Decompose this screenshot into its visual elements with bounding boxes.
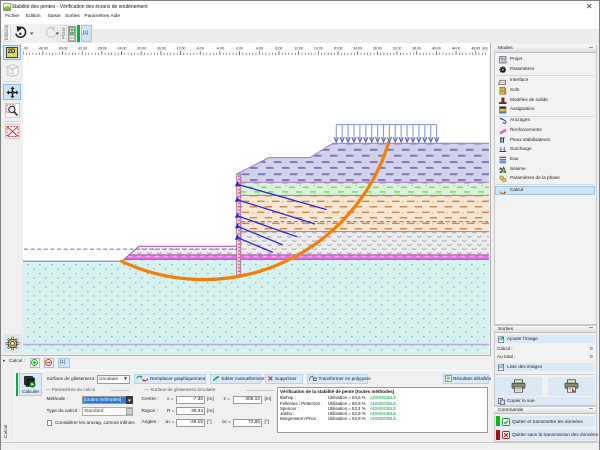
svg-text:48,00: 48,00 bbox=[471, 47, 480, 51]
svg-text:44,00: 44,00 bbox=[452, 47, 461, 51]
svg-text:-40,00: -40,00 bbox=[38, 47, 48, 51]
svg-text:[m]: [m] bbox=[483, 47, 488, 51]
svg-text:12,00: 12,00 bbox=[294, 47, 303, 51]
svg-text:8,00: 8,00 bbox=[276, 47, 283, 51]
svg-text:28,00: 28,00 bbox=[373, 47, 382, 51]
svg-text:-12,00: -12,00 bbox=[176, 47, 186, 51]
svg-text:-36,00: -36,00 bbox=[58, 47, 68, 51]
svg-text:-24,00: -24,00 bbox=[117, 47, 127, 51]
svg-text:24,00: 24,00 bbox=[353, 47, 362, 51]
svg-text:-32,00: -32,00 bbox=[77, 47, 87, 51]
svg-text:-20,00: -20,00 bbox=[136, 47, 146, 51]
svg-text:32,00: 32,00 bbox=[393, 47, 402, 51]
svg-text:-28,00: -28,00 bbox=[97, 47, 107, 51]
svg-text:16,00: 16,00 bbox=[314, 47, 323, 51]
svg-text:40,00: 40,00 bbox=[432, 47, 441, 51]
svg-text:-16,00: -16,00 bbox=[156, 47, 166, 51]
svg-text:-8,00: -8,00 bbox=[196, 47, 204, 51]
svg-text:-4,00: -4,00 bbox=[216, 47, 224, 51]
svg-text:4,00: 4,00 bbox=[256, 47, 263, 51]
svg-text:36,00: 36,00 bbox=[412, 47, 421, 51]
svg-text:20,00: 20,00 bbox=[334, 47, 343, 51]
svg-text:0,00: 0,00 bbox=[236, 47, 243, 51]
